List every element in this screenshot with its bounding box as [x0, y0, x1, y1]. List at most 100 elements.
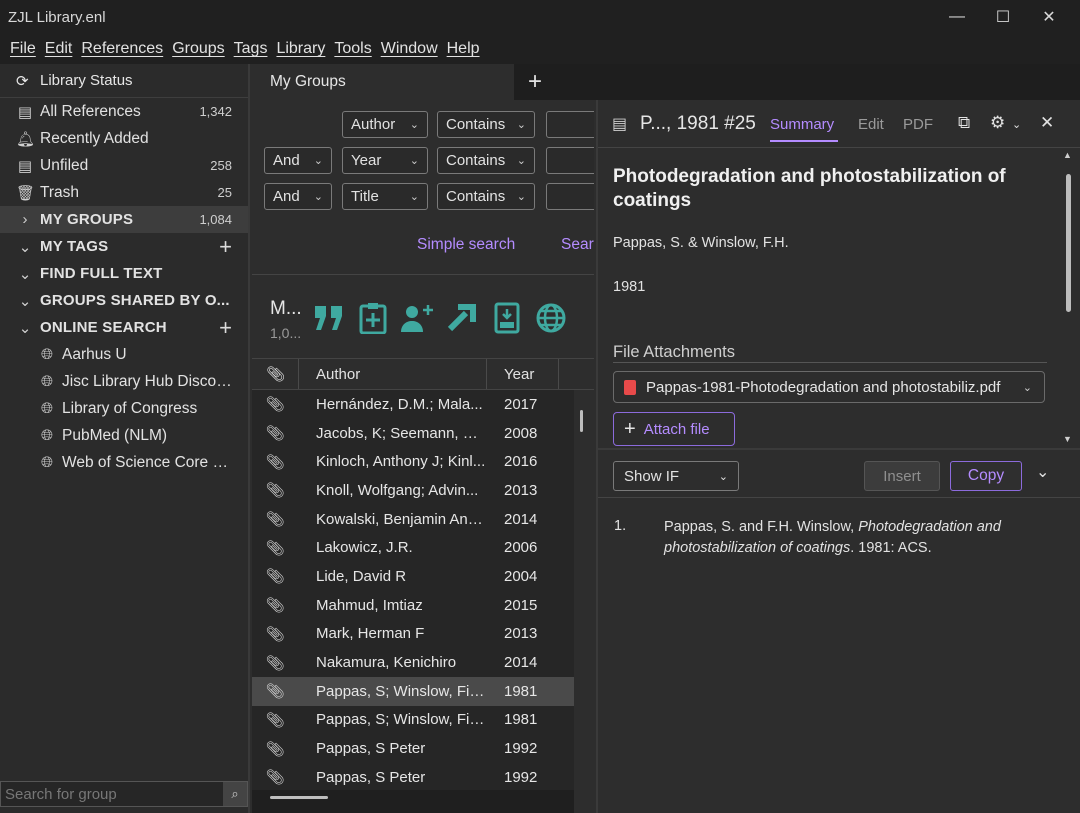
tab-summary[interactable]: Summary — [770, 116, 834, 133]
column-separator[interactable] — [558, 359, 559, 389]
search-value-input-1[interactable] — [546, 111, 594, 138]
chevron-down-icon[interactable]: ⌄ — [1012, 118, 1021, 131]
attach-file-button[interactable]: + Attach file — [613, 412, 735, 446]
menu-tools[interactable]: Tools — [334, 40, 371, 58]
sidebar-group-find-full-text[interactable]: ⌄ FIND FULL TEXT — [0, 260, 248, 287]
tab-my-groups[interactable]: My Groups — [252, 64, 514, 100]
author-column-header[interactable]: Author — [316, 359, 360, 389]
active-tab-underline — [770, 140, 838, 142]
online-search-jisc[interactable]: 🌐︎ Jisc Library Hub Discover — [0, 368, 248, 395]
online-search-pubmed[interactable]: 🌐︎ PubMed (NLM) — [0, 422, 248, 449]
sidebar-item-recently-added[interactable]: 🔔︎ Recently Added — [0, 125, 248, 152]
online-search-loc[interactable]: 🌐︎ Library of Congress — [0, 395, 248, 422]
column-separator[interactable] — [298, 359, 299, 389]
select-value: And — [273, 152, 300, 169]
copy-button[interactable]: Copy — [950, 461, 1022, 491]
online-globe-icon[interactable] — [534, 301, 568, 335]
close-panel-icon[interactable]: ✕ — [1040, 113, 1054, 133]
menu-help[interactable]: Help — [447, 40, 480, 58]
sidebar-group-online-search[interactable]: ⌄ ONLINE SEARCH + — [0, 314, 248, 341]
summary-vertical-scrollbar[interactable] — [1066, 174, 1071, 312]
globe-icon: 🌐︎ — [40, 373, 53, 390]
add-online-search-icon[interactable]: + — [219, 316, 232, 339]
open-external-icon[interactable]: ⧉ — [958, 113, 970, 133]
chevron-down-icon[interactable]: ⌄ — [1036, 462, 1049, 482]
search-field-select-3[interactable]: Title ⌄ — [342, 183, 428, 210]
scroll-up-arrow-icon[interactable]: ▲ — [1063, 150, 1072, 160]
menu-references[interactable]: References — [81, 40, 163, 58]
table-row[interactable]: 📎︎ Mahmud, Imtiaz 2015 — [252, 591, 574, 620]
year-column-header[interactable]: Year — [504, 359, 534, 389]
insert-button[interactable]: Insert — [864, 461, 940, 491]
share-user-icon[interactable] — [400, 301, 434, 335]
search-value-input-3[interactable] — [546, 183, 594, 210]
add-to-group-icon[interactable] — [356, 301, 390, 335]
sidebar-item-label: Trash — [40, 183, 80, 201]
insert-citation-icon[interactable] — [312, 301, 346, 335]
chevron-down-icon: ⌄ — [409, 119, 419, 131]
attachment-column-header[interactable]: 📎︎ — [266, 359, 285, 389]
list-horizontal-scrollbar[interactable] — [270, 796, 328, 799]
sidebar-item-label: Recently Added — [40, 129, 149, 147]
table-row[interactable]: 📎︎ Kinloch, Anthony J; Kinl... 2016 — [252, 447, 574, 476]
menu-edit[interactable]: Edit — [45, 40, 73, 58]
menu-library[interactable]: Library — [276, 40, 325, 58]
add-tag-icon[interactable]: + — [219, 235, 232, 258]
plus-icon: + — [624, 417, 636, 440]
search-operator-select-1[interactable]: Contains ⌄ — [437, 111, 535, 138]
chevron-down-icon[interactable]: ⌄ — [1023, 381, 1032, 394]
sidebar-group-groups-shared[interactable]: ⌄ GROUPS SHARED BY O... — [0, 287, 248, 314]
online-search-aarhus[interactable]: 🌐︎ Aarhus U — [0, 341, 248, 368]
list-vertical-scrollbar[interactable] — [580, 410, 583, 432]
search-link[interactable]: Sear — [561, 236, 594, 254]
citation-number: 1. — [614, 518, 627, 534]
search-operator-select-2[interactable]: Contains ⌄ — [437, 147, 535, 174]
export-arrow-icon[interactable] — [444, 301, 478, 335]
library-status[interactable]: ⟳ Library Status — [0, 64, 248, 98]
table-row[interactable]: 📎︎ Pappas, S Peter 1992 — [252, 734, 574, 763]
menu-window[interactable]: Window — [381, 40, 438, 58]
menu-groups[interactable]: Groups — [172, 40, 224, 58]
menu-file[interactable]: File — [10, 40, 36, 58]
search-operator-select-3[interactable]: Contains ⌄ — [437, 183, 535, 210]
sidebar-group-my-groups[interactable]: › MY GROUPS 1,084 — [0, 206, 248, 233]
table-row[interactable]: 📎︎ Jacobs, K; Seemann, R; ... 2008 — [252, 419, 574, 448]
table-row[interactable]: 📎︎ Knoll, Wolfgang; Advin... 2013 — [252, 476, 574, 505]
table-row[interactable]: 📎︎ Pappas, S; Winslow, Fiel... 1981 — [252, 706, 574, 735]
simple-search-link[interactable]: Simple search — [417, 236, 515, 254]
gear-icon[interactable]: ⚙ — [990, 113, 1005, 133]
tab-edit[interactable]: Edit — [858, 116, 884, 133]
sidebar-group-my-tags[interactable]: ⌄ MY TAGS + — [0, 233, 248, 260]
add-tab-icon[interactable]: + — [522, 64, 548, 100]
scroll-down-arrow-icon[interactable]: ▼ — [1063, 434, 1072, 444]
row-author: Nakamura, Kenichiro — [316, 654, 457, 672]
table-row[interactable]: 📎︎ Lide, David R 2004 — [252, 562, 574, 591]
search-bool-select-3[interactable]: And ⌄ — [264, 183, 332, 210]
search-field-select-1[interactable]: Author ⌄ — [342, 111, 428, 138]
attachment-file-item[interactable]: Pappas-1981-Photodegradation and photost… — [613, 371, 1045, 403]
citation-style-select[interactable]: Show IF ⌄ — [613, 461, 739, 491]
search-bool-select-2[interactable]: And ⌄ — [264, 147, 332, 174]
column-separator[interactable] — [486, 359, 487, 389]
table-row[interactable]: 📎︎ Hernández, D.M.; Mala... 2017 — [252, 390, 574, 419]
menu-tags[interactable]: Tags — [234, 40, 268, 58]
online-search-wos[interactable]: 🌐︎ Web of Science Core C... — [0, 449, 248, 476]
group-search-input[interactable] — [1, 785, 223, 803]
sidebar-item-unfiled[interactable]: ▤ Unfiled 258 — [0, 152, 248, 179]
minimize-button[interactable]: — — [934, 0, 980, 34]
tab-pdf[interactable]: PDF — [903, 116, 933, 133]
table-row[interactable]: 📎︎ Mark, Herman F 2013 — [252, 620, 574, 649]
find-pdf-icon[interactable] — [490, 301, 524, 335]
table-row[interactable]: 📎︎ Kowalski, Benjamin And... 2014 — [252, 505, 574, 534]
table-row[interactable]: 📎︎ Pappas, S Peter 1992 — [252, 763, 574, 792]
sidebar-item-trash[interactable]: 🗑︎ Trash 25 — [0, 179, 248, 206]
search-icon[interactable]: ⌕ — [223, 782, 247, 806]
sidebar-item-all-references[interactable]: ▤ All References 1,342 — [0, 98, 248, 125]
search-value-input-2[interactable] — [546, 147, 594, 174]
close-window-button[interactable]: ✕ — [1026, 0, 1072, 34]
search-field-select-2[interactable]: Year ⌄ — [342, 147, 428, 174]
table-row[interactable]: 📎︎ Pappas, S; Winslow, Fiel... 1981 — [252, 676, 574, 706]
maximize-button[interactable]: ☐ — [980, 0, 1026, 34]
table-row[interactable]: 📎︎ Lakowicz, J.R. 2006 — [252, 533, 574, 562]
table-row[interactable]: 📎︎ Nakamura, Kenichiro 2014 — [252, 648, 574, 677]
